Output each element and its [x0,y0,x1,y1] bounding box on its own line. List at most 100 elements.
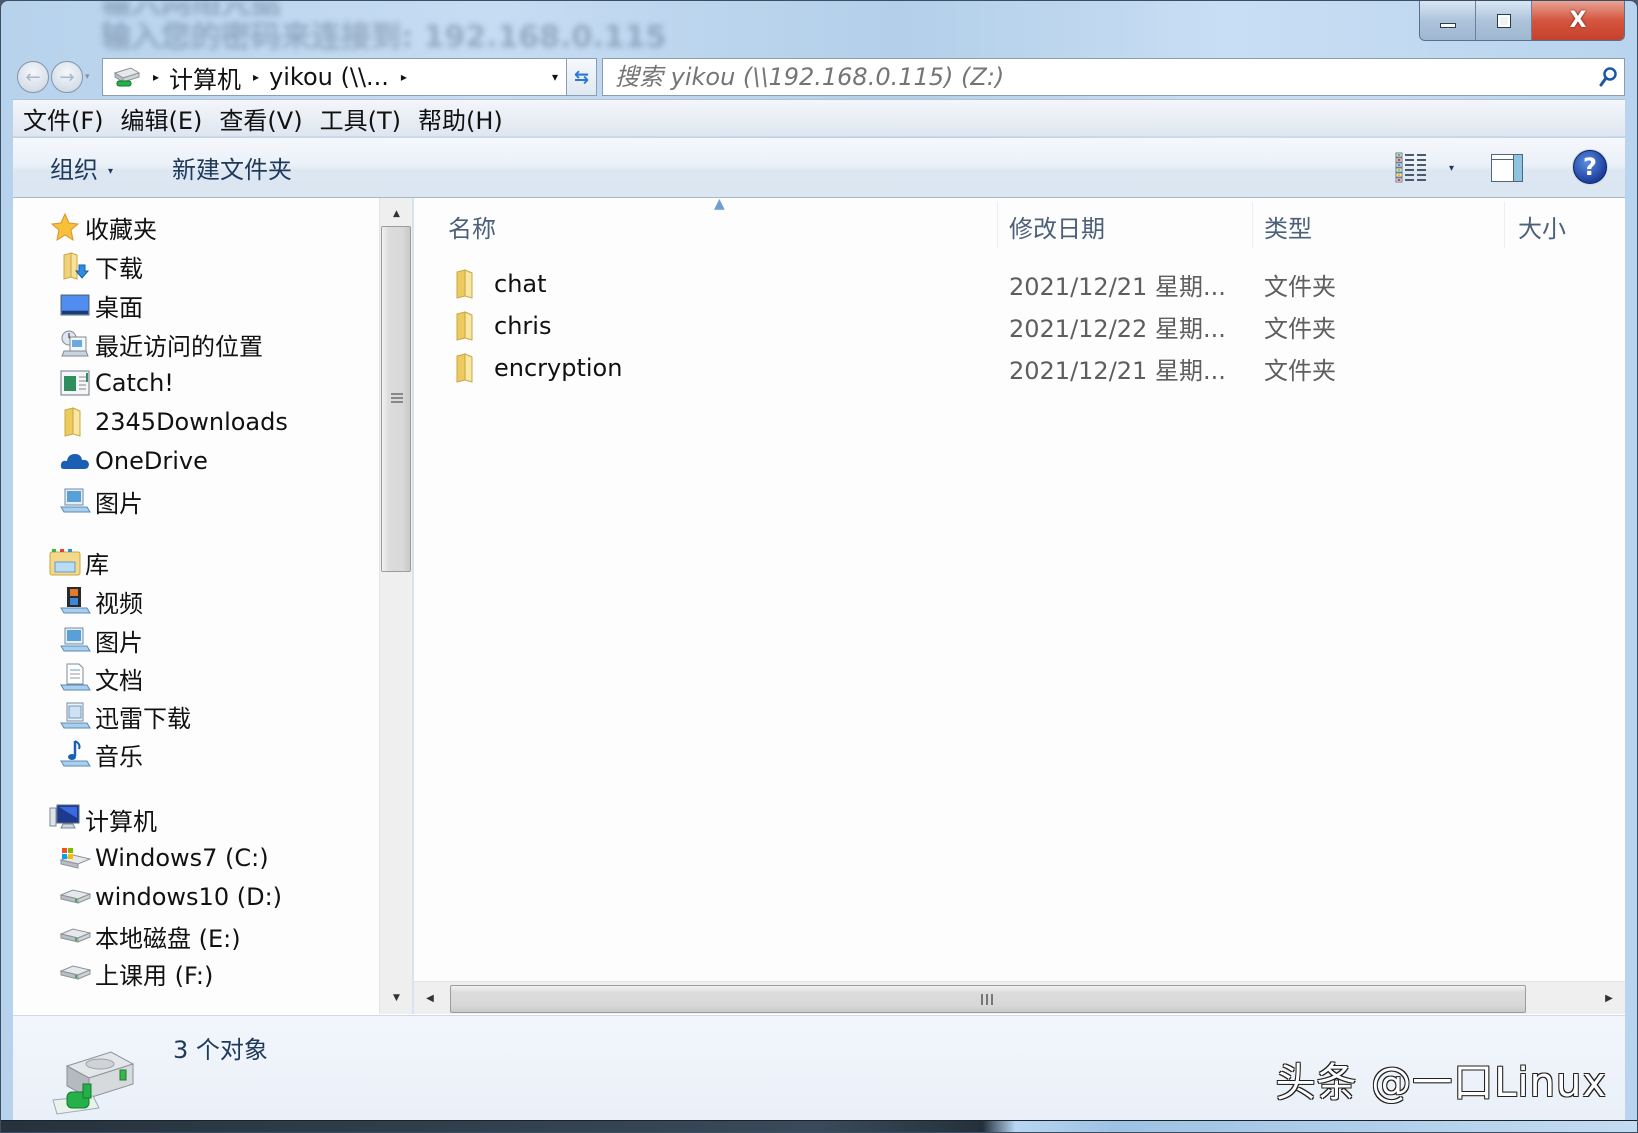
music-library-icon [59,738,91,770]
nav-item-drive-e[interactable]: 本地磁盘 (E:) [59,918,241,954]
documents-library-icon [59,662,91,694]
file-name: encryption [494,354,623,382]
scroll-down-button[interactable]: ▼ [380,984,413,1012]
file-type: 文件夹 [1264,356,1336,385]
nav-item-label: 下载 [95,254,143,283]
nav-item-label: 图片 [95,489,143,518]
column-header-modified[interactable]: 修改日期 [1009,209,1105,244]
navigation-bar: ← → ▾ ▸ 计算机 ▸ yikou (\\... ▸ ▾ ⇆ 搜索 yiko… [13,58,1625,96]
nav-pane-vertical-scrollbar[interactable]: ▲ ▼ [379,198,412,1014]
nav-item-desktop[interactable]: 桌面 [59,287,143,323]
menu-file[interactable]: 文件(F) [23,101,104,136]
help-icon: ? [1583,153,1597,181]
preview-pane-icon [1492,155,1513,160]
file-row[interactable]: chris 2021/12/22 星期... 文件夹 [414,306,1625,346]
file-row[interactable]: chat 2021/12/21 星期... 文件夹 [414,264,1625,304]
folder-icon [456,311,473,341]
minimize-button[interactable] [1420,1,1476,40]
menu-edit[interactable]: 编辑(E) [121,101,203,136]
command-bar: 组织 ▾ 新建文件夹 ▾ ? [13,138,1625,198]
file-modified: 2021/12/21 星期... [1009,356,1226,385]
back-button[interactable]: ← [17,61,49,93]
nav-item-label: windows10 (D:) [95,883,283,911]
address-bar[interactable]: ▸ 计算机 ▸ yikou (\\... ▸ ▾ [102,58,567,96]
search-input[interactable] [603,63,1594,91]
taskbar-strip [1,1120,1637,1132]
recent-pages-dropdown[interactable]: ▾ [85,72,90,82]
maximize-button[interactable] [1476,1,1532,40]
column-divider[interactable] [1504,202,1505,248]
background-window-text: 输入网络凭据 输入您的密码来连接到: 192.168.0.115 [101,1,861,57]
nav-item-pictures[interactable]: 图片 [59,622,143,658]
back-arrow-icon: ← [25,66,41,88]
scroll-left-button[interactable]: ◀ [416,982,444,1015]
breadcrumb-separator[interactable]: ▸ [401,70,407,84]
breadcrumb-computer[interactable]: 计算机 [169,60,241,95]
search-icon[interactable] [1594,66,1624,88]
desktop-icon [59,289,91,321]
column-header-size[interactable]: 大小 [1518,209,1566,244]
nav-item-downloads[interactable]: 下载 [59,248,143,284]
folder-icon [456,353,473,383]
preview-pane-button[interactable] [1491,154,1523,182]
videos-library-icon [59,585,91,617]
nav-item-recent-places[interactable]: 最近访问的位置 [59,326,263,362]
column-divider[interactable] [1252,202,1253,248]
change-view-button[interactable]: ▾ [1395,152,1454,184]
menu-help[interactable]: 帮助(H) [418,101,503,136]
nav-item-drive-c[interactable]: Windows7 (C:) [59,840,269,876]
scrollbar-thumb[interactable] [450,985,1526,1013]
refresh-button[interactable]: ⇆ [567,58,597,96]
file-row[interactable]: encryption 2021/12/21 星期... 文件夹 [414,348,1625,388]
column-headers: ▲ 名称 修改日期 类型 大小 [414,196,1625,252]
nav-libraries[interactable]: 库 [49,544,109,580]
grip-icon [981,994,993,1005]
nav-item-xunlei-downloads[interactable]: 迅雷下载 [59,698,191,734]
navigation-pane: 收藏夹 下载 桌面 最近访问的位置 Catch! 2345Downloads O… [13,198,379,1014]
nav-item-2345downloads[interactable]: 2345Downloads [59,404,288,440]
caption-buttons: X [1419,1,1625,41]
new-folder-button[interactable]: 新建文件夹 [172,150,292,185]
breadcrumb-separator[interactable]: ▸ [153,70,159,84]
scroll-right-button[interactable]: ▶ [1595,982,1623,1015]
nav-item-drive-f[interactable]: 上课用 (F:) [59,955,213,991]
nav-item-onedrive[interactable]: OneDrive [59,443,208,479]
file-list-horizontal-scrollbar[interactable]: ◀ ▶ [414,981,1625,1014]
nav-item-catch[interactable]: Catch! [59,365,174,401]
column-header-name[interactable]: 名称 [448,209,496,244]
help-button[interactable]: ? [1573,150,1607,184]
nav-libraries-label: 库 [85,550,109,579]
file-list-pane: ▲ 名称 修改日期 类型 大小 chat 2021/12/21 星期... 文件… [414,196,1625,1014]
nav-item-drive-d[interactable]: windows10 (D:) [59,879,282,915]
nav-favorites[interactable]: 收藏夹 [49,209,157,245]
nav-item-documents[interactable]: 文档 [59,660,143,696]
scrollbar-thumb[interactable] [381,226,411,572]
nav-item-pictures-favorite[interactable]: 图片 [59,483,143,519]
file-modified: 2021/12/21 星期... [1009,272,1226,301]
nav-item-music[interactable]: 音乐 [59,736,143,772]
grip-icon [391,393,403,403]
close-icon: X [1569,8,1587,33]
refresh-icon: ⇆ [573,66,590,88]
close-button[interactable]: X [1532,1,1624,40]
column-divider[interactable] [997,202,998,248]
maximize-icon [1496,13,1511,28]
menu-tools[interactable]: 工具(T) [320,101,401,136]
organize-button[interactable]: 组织 ▾ [50,150,113,185]
nav-computer[interactable]: 计算机 [49,801,157,837]
column-header-type[interactable]: 类型 [1264,209,1312,244]
breadcrumb-yikou[interactable]: yikou (\\... [269,63,389,91]
forward-button[interactable]: → [51,61,83,93]
item-count: 3 个对象 [173,1036,268,1064]
address-dropdown-icon[interactable]: ▾ [552,70,558,84]
file-name: chris [494,312,552,340]
nav-computer-label: 计算机 [85,807,157,836]
menu-view[interactable]: 查看(V) [219,101,302,136]
generic-library-icon [59,700,91,732]
scroll-up-button[interactable]: ▲ [380,200,413,228]
breadcrumb-separator[interactable]: ▸ [253,70,259,84]
background-text-line: 输入您的密码来连接到: 192.168.0.115 [101,20,667,55]
nav-item-videos[interactable]: 视频 [59,583,143,619]
view-options-dropdown-icon[interactable]: ▾ [1449,163,1454,174]
recent-places-icon [59,328,91,360]
